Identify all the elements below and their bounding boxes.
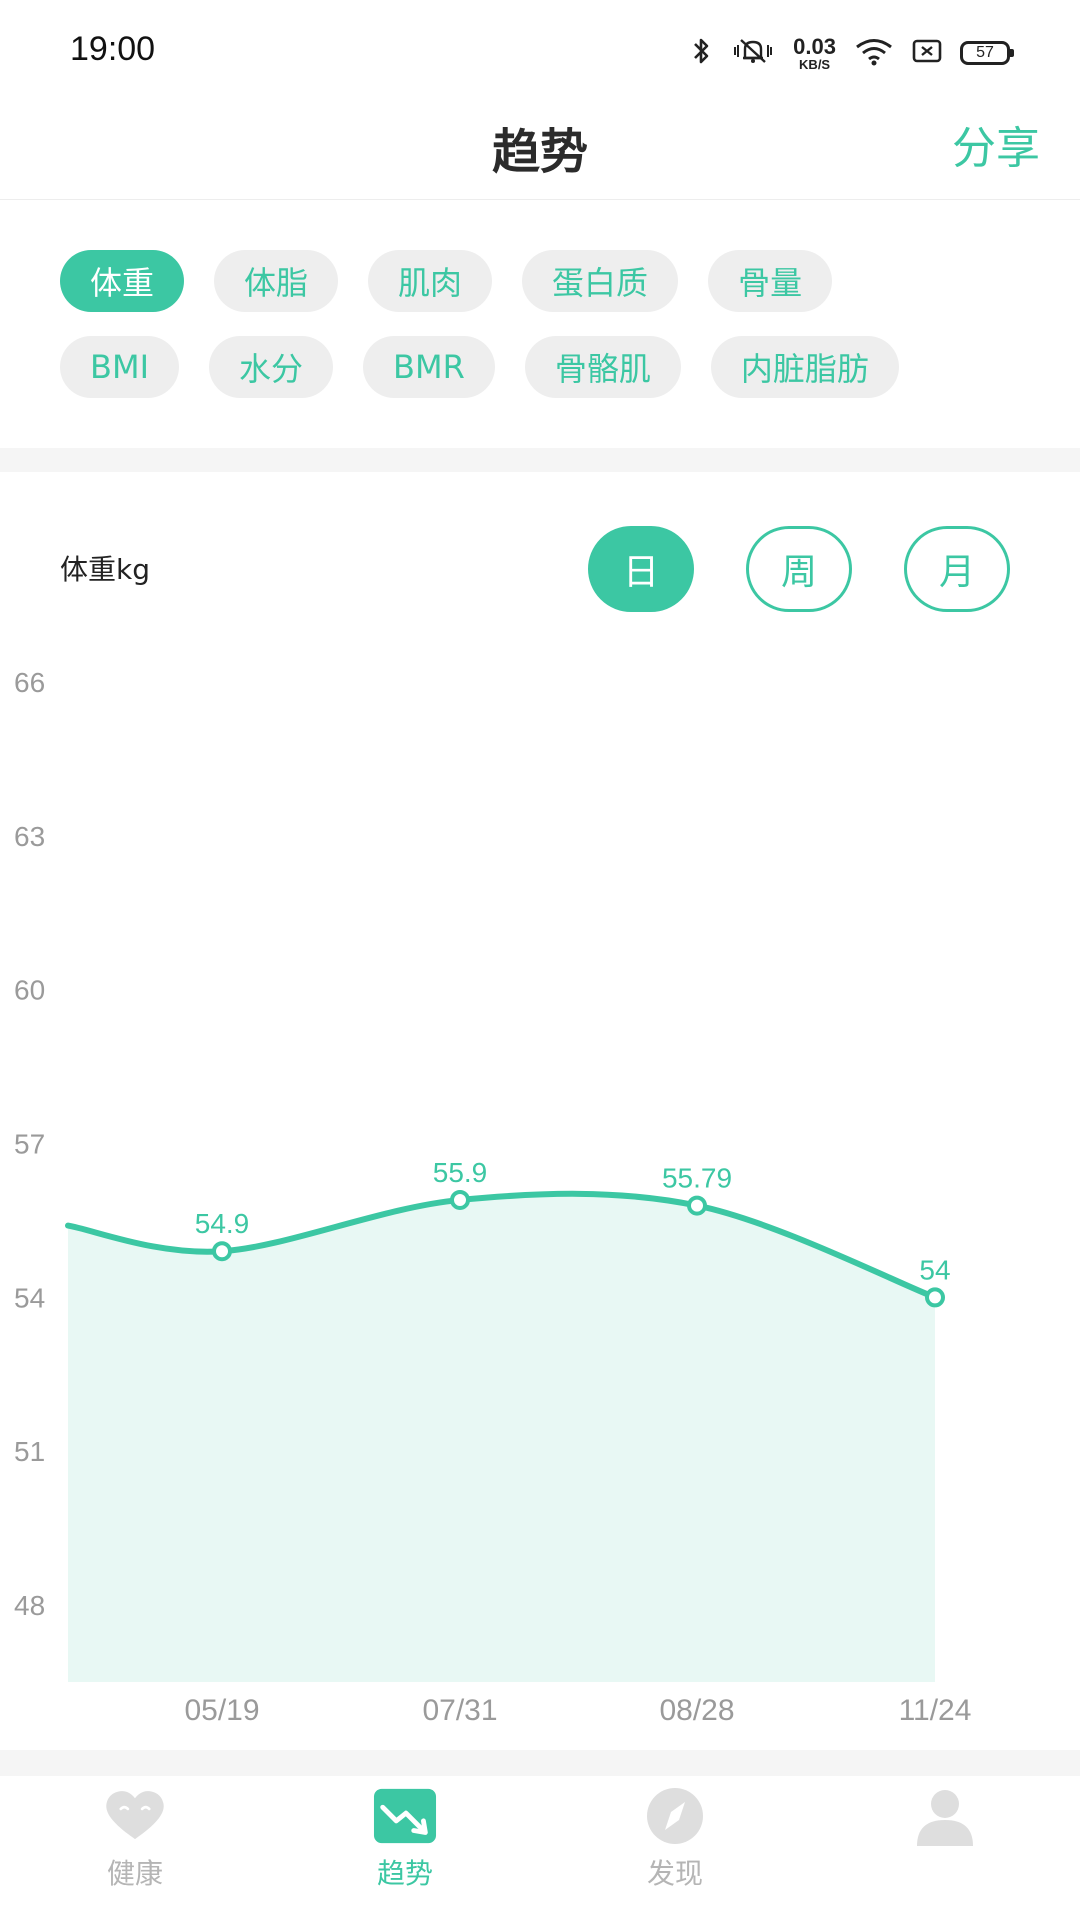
y-tick-label: 48 [14, 1590, 45, 1621]
chip-row2-3[interactable]: 骨骼肌 [524, 336, 681, 398]
network-speed-value: 0.03 [793, 33, 836, 59]
data-point [925, 1287, 945, 1308]
data-label: 54 [919, 1254, 950, 1285]
tab-trend[interactable]: 趋势 [270, 1776, 540, 1920]
chart-unit-label: 体重kg [60, 553, 150, 586]
chip-row1-1[interactable]: 体脂 [214, 250, 339, 312]
chip-row1-4[interactable]: 骨量 [708, 250, 833, 312]
status-icons: 0.03 KB/S 57 [691, 32, 1014, 74]
y-tick-label: 51 [14, 1436, 45, 1467]
x-tick-label: 07/31 [422, 1694, 497, 1727]
period-button-0[interactable]: 日 [588, 526, 694, 612]
x-tick-label: 11/24 [899, 1694, 972, 1727]
tab-label: 健康 [106, 1857, 163, 1890]
bottom-tab-bar: 健康 趋势 发现 [0, 1776, 1080, 1920]
network-speed-unit: KB/S [799, 56, 831, 72]
sim-icon [912, 38, 942, 68]
data-label: 55.79 [662, 1163, 732, 1194]
chip-row2-0[interactable]: BMI [60, 336, 179, 398]
chip-row: 体重 体脂 肌肉 蛋白质 骨量 [60, 250, 1040, 312]
chip-row2-1[interactable]: 水分 [209, 336, 334, 398]
chip-row1-2[interactable]: 肌肉 [368, 250, 493, 312]
network-speed: 0.03 KB/S [793, 33, 836, 72]
tab-profile[interactable] [810, 1776, 1080, 1920]
area-fill [68, 1193, 935, 1682]
silent-bell-icon [731, 36, 775, 70]
chip-row2-2[interactable]: BMR [363, 336, 495, 398]
chart-svg: 66 63 60 57 54 51 48 54.9 55.9 55.79 54 05/19 07/31 0… [14, 667, 972, 1727]
wifi-icon [854, 36, 894, 70]
weight-trend-chart: 66 63 60 57 54 51 48 54.9 55.9 55.79 54 05/19 07/31 0… [0, 640, 1080, 1740]
period-button-1[interactable]: 周 [746, 526, 852, 612]
compass-icon [643, 1788, 707, 1844]
bluetooth-icon [691, 36, 713, 70]
y-tick-label: 66 [14, 667, 45, 698]
battery-icon: 57 [960, 41, 1014, 65]
x-tick-label: 08/28 [659, 1694, 734, 1727]
y-tick-label: 63 [14, 821, 45, 852]
profile-icon [913, 1788, 977, 1846]
trend-icon [373, 1788, 437, 1844]
period-button-2[interactable]: 月 [904, 526, 1010, 612]
tab-heart[interactable]: 健康 [0, 1776, 270, 1920]
data-point [687, 1195, 707, 1216]
data-label: 55.9 [433, 1157, 488, 1188]
y-tick-label: 60 [14, 975, 45, 1006]
chip-row1-3[interactable]: 蛋白质 [522, 250, 679, 312]
tab-label: 趋势 [376, 1857, 433, 1890]
chip-row2-4[interactable]: 内脏脂肪 [710, 336, 899, 398]
tabbar-divider [0, 1750, 1080, 1776]
y-tick-label: 57 [14, 1129, 45, 1160]
data-label: 54.9 [195, 1208, 250, 1239]
data-point [212, 1241, 232, 1262]
metric-chips: 体重 体脂 肌肉 蛋白质 骨量 BMI 水分 BMR 骨骼肌 内脏脂肪 [60, 250, 1040, 422]
chip-row1-0[interactable]: 体重 [60, 250, 185, 312]
page-title: 趋势 [491, 124, 588, 180]
data-point [450, 1189, 470, 1210]
x-tick-label: 05/19 [184, 1694, 259, 1727]
chip-row: BMI 水分 BMR 骨骼肌 内脏脂肪 [60, 336, 1040, 398]
heart-icon [103, 1788, 167, 1844]
status-time: 19:00 [70, 30, 156, 68]
tab-label: 发现 [646, 1857, 703, 1890]
tab-compass[interactable]: 发现 [540, 1776, 810, 1920]
y-tick-label: 54 [14, 1282, 45, 1313]
share-button[interactable]: 分享 [952, 112, 1040, 176]
period-selector: 日周月 [588, 526, 1010, 612]
section-divider [0, 448, 1080, 472]
status-bar: 19:00 0.03 KB/S 57 [0, 0, 1080, 100]
